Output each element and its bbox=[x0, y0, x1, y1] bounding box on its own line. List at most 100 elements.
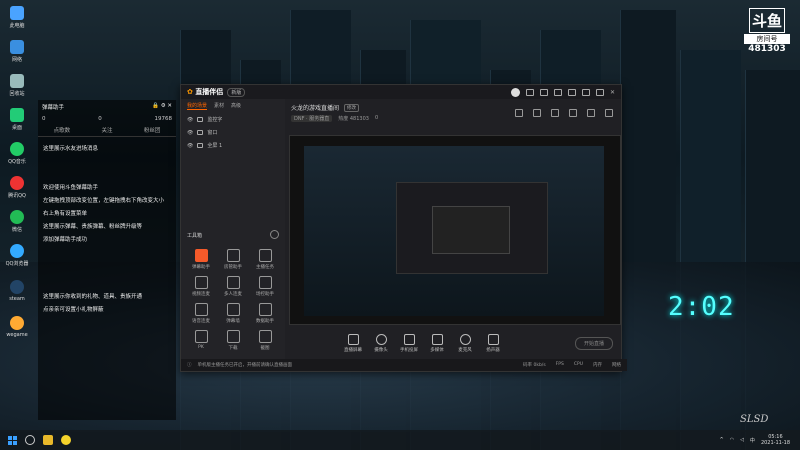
download-icon bbox=[226, 330, 240, 343]
wegame-icon bbox=[10, 316, 24, 330]
phone-cast-button[interactable]: 手机投屏 bbox=[395, 333, 423, 353]
menu-icon[interactable] bbox=[567, 88, 576, 96]
gear-icon[interactable]: ⚙ bbox=[161, 103, 166, 109]
desktop-icon-qq[interactable]: 腾讯QQ bbox=[4, 176, 30, 199]
camera-button[interactable]: 摄像头 bbox=[367, 333, 395, 353]
gear-icon[interactable] bbox=[605, 109, 613, 117]
maximize-icon[interactable] bbox=[595, 88, 604, 96]
desktop-icon-qqmusic[interactable]: QQ音乐 bbox=[4, 142, 30, 165]
desktop-folder-icon bbox=[10, 108, 24, 122]
search-icon[interactable] bbox=[25, 435, 35, 445]
bell-icon[interactable] bbox=[587, 109, 595, 117]
toolbox-settings-icon[interactable] bbox=[270, 230, 279, 239]
danmu-controls: 🔒 ⚙ ✕ bbox=[152, 103, 172, 111]
eye-icon[interactable]: 👁 bbox=[187, 130, 193, 136]
danmu-tab-fanclub[interactable]: 粉丝团 bbox=[144, 126, 161, 134]
stream-preview[interactable] bbox=[289, 135, 621, 325]
lock-icon[interactable]: 🔒 bbox=[152, 103, 159, 109]
speaker-icon bbox=[487, 333, 499, 345]
live-companion-window[interactable]: ✿ 直播伴侣 新版 ✕ 我的场景 素材 高级 👁 监控字 👁 窗口 👁 全屏 1 bbox=[180, 84, 627, 372]
status-text: 单机版主播任务已开启，开播前请确认直播画面 bbox=[197, 363, 293, 368]
taskbar-clock[interactable]: 05:16 2021-11-18 bbox=[761, 434, 790, 446]
wifi-icon[interactable]: ◠ bbox=[730, 437, 734, 443]
desktop-icon-network[interactable]: 网络 bbox=[4, 40, 30, 63]
lock-icon[interactable] bbox=[197, 143, 204, 148]
tool-screenshot[interactable]: 截图 bbox=[249, 330, 281, 351]
room-label: 房间号 bbox=[744, 34, 790, 44]
tool-danmu-helper[interactable]: 弹幕助手 bbox=[185, 249, 217, 270]
signature: SLSD bbox=[740, 414, 769, 425]
gift-icon[interactable] bbox=[539, 88, 548, 96]
desktop-icon-qqbrowser[interactable]: QQ浏览器 bbox=[4, 244, 30, 267]
windows-start-icon[interactable] bbox=[8, 435, 17, 445]
danmu-tab-follow[interactable]: 关注 bbox=[101, 126, 112, 134]
layers-icon[interactable] bbox=[533, 109, 541, 117]
room-category[interactable]: DNF · 服务器直 bbox=[291, 115, 333, 122]
tab-materials[interactable]: 素材 bbox=[214, 102, 224, 110]
scene-item[interactable]: 👁 窗口 bbox=[181, 126, 285, 139]
minimize-icon[interactable] bbox=[581, 88, 590, 96]
toolbox-grid: 弹幕助手 房管助手 主播任务 视频连麦 多人连麦 场控助手 语音连麦 弹幕墙 数… bbox=[185, 249, 283, 351]
screen-capture-button[interactable]: 直播屏幕 bbox=[339, 333, 367, 353]
file-explorer-icon[interactable] bbox=[43, 435, 53, 445]
input-language[interactable]: 中 bbox=[750, 437, 755, 444]
room-heat: 热度 481303 bbox=[338, 116, 369, 122]
room-number: 481303 bbox=[748, 44, 786, 54]
version-badge[interactable]: 新版 bbox=[227, 87, 246, 97]
douyu-logo-mark: 斗鱼 bbox=[748, 8, 785, 33]
tool-field-control[interactable]: 场控助手 bbox=[249, 276, 281, 297]
preview-recursive-3 bbox=[432, 206, 510, 254]
room-title: 火龙的游戏直播间 bbox=[291, 105, 340, 112]
edit-room-button[interactable]: 修改 bbox=[344, 103, 360, 112]
tool-tasks[interactable]: 主播任务 bbox=[249, 249, 281, 270]
title-bar[interactable]: ✿ 直播伴侣 新版 ✕ bbox=[181, 85, 621, 99]
video-link-icon bbox=[194, 276, 208, 289]
record-icon[interactable] bbox=[551, 109, 559, 117]
tab-my-scenes[interactable]: 我的场景 bbox=[187, 102, 208, 110]
tab-advanced[interactable]: 高级 bbox=[231, 102, 241, 110]
desktop-icon-desktop[interactable]: 桌面 bbox=[4, 108, 30, 131]
shirt-icon[interactable] bbox=[553, 88, 562, 96]
microphone-button[interactable]: 麦克风 bbox=[451, 333, 479, 353]
desktop-icon-recycle-bin[interactable]: 回收站 bbox=[4, 74, 30, 97]
camera-icon bbox=[375, 333, 387, 345]
tool-video-link[interactable]: 视频连麦 bbox=[185, 276, 217, 297]
danmu-tab-songs[interactable]: 点歌数 bbox=[54, 126, 71, 134]
start-live-button[interactable]: 开始直播 bbox=[574, 336, 613, 350]
tool-pk[interactable]: PK bbox=[185, 330, 217, 351]
multimedia-button[interactable]: 多媒体 bbox=[423, 333, 451, 353]
close-icon[interactable]: ✕ bbox=[167, 103, 172, 109]
desktop-icon-this-pc[interactable]: 此电脑 bbox=[4, 6, 30, 29]
tool-room-manager[interactable]: 房管助手 bbox=[217, 249, 249, 270]
chevron-up-icon[interactable]: ^ bbox=[719, 437, 723, 443]
lock-icon[interactable] bbox=[197, 117, 204, 122]
share-icon[interactable] bbox=[569, 109, 577, 117]
lock-icon[interactable] bbox=[515, 109, 523, 117]
scene-item[interactable]: 👁 全屏 1 bbox=[181, 139, 285, 152]
lock-icon[interactable] bbox=[197, 130, 204, 135]
tool-voice-link[interactable]: 语音连麦 bbox=[185, 303, 217, 324]
user-icon bbox=[226, 249, 240, 262]
tool-download[interactable]: 下载 bbox=[217, 330, 249, 351]
avatar[interactable] bbox=[510, 87, 520, 97]
danmu-helper-panel[interactable]: 弹幕助手 🔒 ⚙ ✕ 0 0 19768 点歌数 关注 粉丝团 这里展示水友进场… bbox=[38, 100, 176, 420]
desktop-icon-steam[interactable]: steam bbox=[4, 280, 30, 302]
close-icon[interactable]: ✕ bbox=[610, 89, 615, 96]
clock-date: 2021-11-18 bbox=[760, 440, 790, 446]
tool-danmu-wall[interactable]: 弹幕墙 bbox=[217, 303, 249, 324]
group-icon bbox=[226, 276, 240, 289]
desktop-icon-wegame[interactable]: wegame bbox=[4, 316, 30, 338]
live-companion-taskbar-icon[interactable] bbox=[61, 435, 71, 445]
eye-icon[interactable]: 👁 bbox=[187, 143, 193, 149]
network-icon bbox=[10, 40, 24, 54]
system-tray: ^ ◠ ◁ 中 05:16 2021-11-18 bbox=[719, 434, 790, 446]
volume-icon[interactable]: ◁ bbox=[740, 437, 744, 443]
eye-icon[interactable]: 👁 bbox=[187, 117, 193, 123]
speaker-button[interactable]: 扬声器 bbox=[479, 333, 507, 353]
tool-data[interactable]: 数据助手 bbox=[249, 303, 281, 324]
danmu-icon bbox=[194, 249, 208, 262]
scene-item[interactable]: 👁 监控字 bbox=[181, 113, 285, 126]
desktop-icon-wechat[interactable]: 微信 bbox=[4, 210, 30, 233]
tool-multi-link[interactable]: 多人连麦 bbox=[217, 276, 249, 297]
message-icon[interactable] bbox=[525, 88, 534, 96]
